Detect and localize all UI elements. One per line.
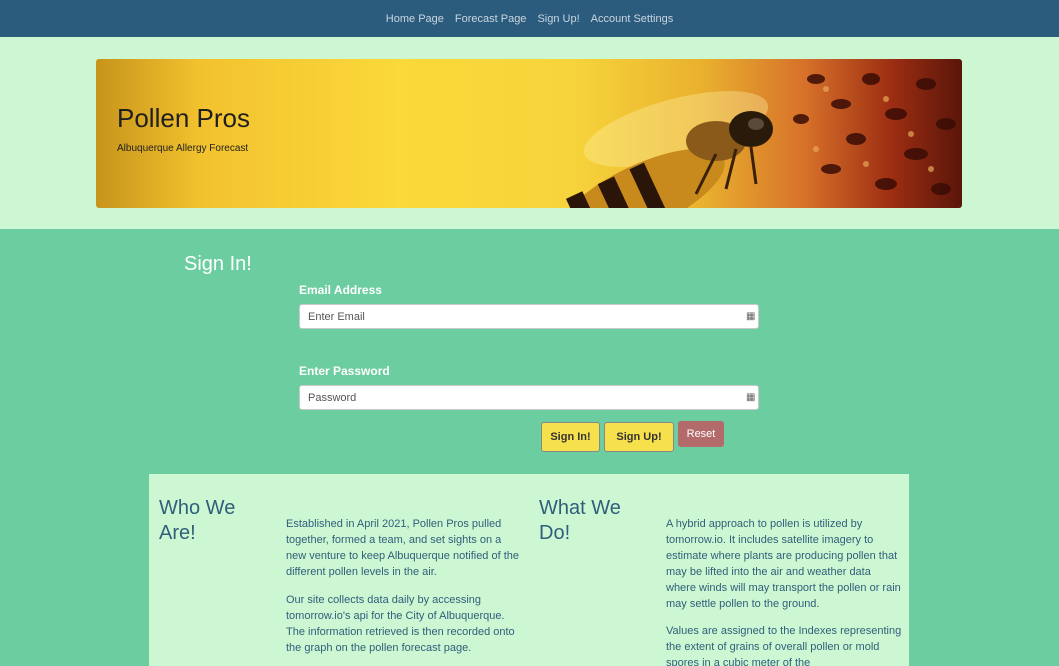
who-paragraph-1: Established in April 2021, Pollen Pros p… [286,518,520,578]
hero-section: Pollen Pros Albuquerque Allergy Forecast [0,37,1059,229]
signup-button[interactable]: Sign Up! [604,422,674,452]
what-paragraph-1: A hybrid approach to pollen is utilized … [666,518,901,610]
password-manager-icon[interactable]: ▦ [746,392,755,403]
email-label: Email Address [299,283,382,297]
email-field[interactable] [299,304,759,329]
nav-forecast-link[interactable]: Forecast Page [455,13,527,25]
about-section: Who We Are! Established in April 2021, P… [149,474,909,666]
site-subtitle: Albuquerque Allergy Forecast [117,143,249,154]
banner-image: Pollen Pros Albuquerque Allergy Forecast [96,59,962,208]
nav-home-link[interactable]: Home Page [386,13,444,25]
reset-button[interactable]: Reset [678,421,724,447]
password-field[interactable] [299,385,759,410]
what-we-do-heading: What We Do! [539,497,621,544]
who-paragraph-2: Our site collects data daily by accessin… [286,594,515,654]
what-paragraph-2: Values are assigned to the Indexes repre… [666,625,902,666]
nav-account-link[interactable]: Account Settings [591,13,674,25]
signin-button[interactable]: Sign In! [541,422,600,452]
who-we-are-heading: Who We Are! [159,497,236,544]
nav-signup-link[interactable]: Sign Up! [537,13,579,25]
password-manager-icon[interactable]: ▦ [746,311,755,322]
top-navigation: Home Page Forecast Page Sign Up! Account… [0,0,1059,37]
site-title: Pollen Pros [117,103,250,133]
password-label: Enter Password [299,364,390,378]
signin-heading: Sign In! [184,253,252,275]
